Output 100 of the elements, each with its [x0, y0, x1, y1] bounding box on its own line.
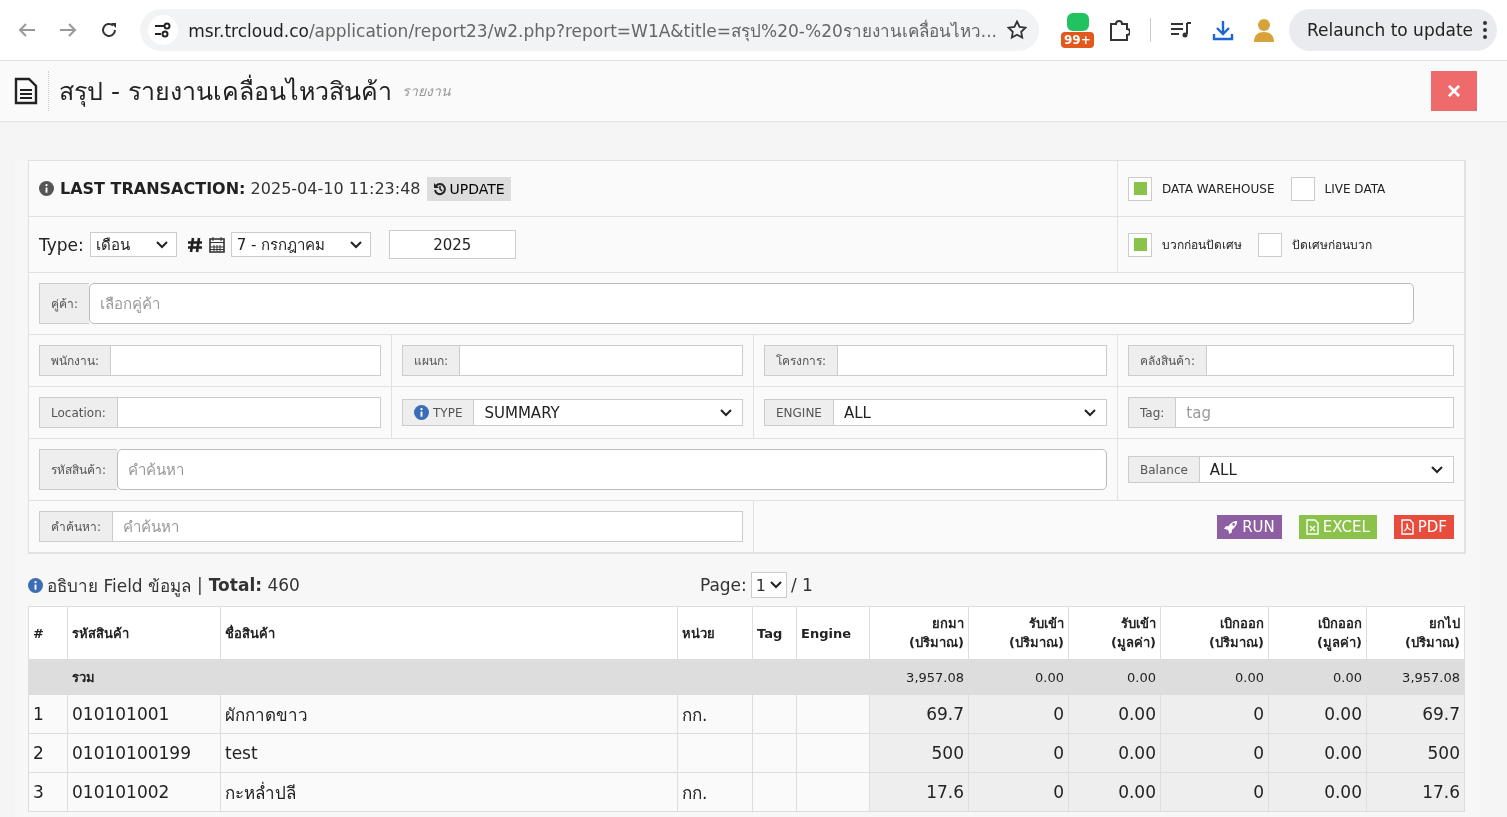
total-cell: 3,957.08	[1366, 659, 1465, 695]
column-header: รับเข้า (มูลค่า)	[1068, 606, 1161, 660]
checkbox[interactable]	[1128, 176, 1152, 201]
select-field[interactable]: SUMMARY	[473, 399, 743, 426]
info-icon	[39, 181, 54, 196]
field-label: คลังสินค้า:	[1128, 345, 1207, 376]
select-field[interactable]: ALL	[832, 399, 1107, 426]
table-cell: 0	[1160, 694, 1269, 734]
update-button[interactable]: UPDATE	[426, 176, 511, 201]
chevron-icon	[349, 240, 362, 249]
page-title: สรุป - รายงานเคลื่อนไหวสินค้า	[48, 71, 392, 111]
total-cell: 3,957.08	[869, 659, 969, 695]
table-cell: กก.	[677, 772, 753, 812]
total-cell: 0.00	[1068, 659, 1161, 695]
field-label: โครงการ:	[764, 345, 838, 376]
table-cell: 69.7	[869, 694, 969, 734]
field-label: คู่ค้า:	[39, 283, 90, 324]
page-subtitle: รายงาน	[401, 82, 451, 101]
pdf-button[interactable]: PDF	[1393, 514, 1454, 539]
table-cell	[752, 772, 797, 812]
download-icon[interactable]	[1211, 19, 1234, 41]
info-icon	[28, 577, 43, 593]
field-info-link[interactable]: อธิบาย Field ข้อมูล	[47, 571, 192, 599]
field-label: Tag:	[1128, 397, 1176, 428]
pdf-file-icon	[1400, 518, 1414, 535]
table-cell: กะหล่ำปลี	[220, 772, 678, 812]
checkbox[interactable]	[1290, 176, 1315, 201]
field-label: TYPE	[433, 405, 463, 420]
field-label: ENGINE	[764, 399, 833, 426]
table-cell: 17.6	[869, 772, 969, 812]
table-cell: 01010100199	[67, 733, 221, 773]
hash-icon	[186, 236, 203, 253]
page-count: / 1	[790, 575, 813, 595]
input-field[interactable]	[110, 345, 381, 376]
column-header: รับเข้า (ปริมาณ)	[968, 606, 1069, 660]
run-button[interactable]: RUN	[1217, 514, 1282, 539]
year-field[interactable]: 2025	[388, 230, 516, 259]
rocket-icon	[1224, 519, 1239, 534]
checkbox-label: DATA WAREHOUSE	[1162, 181, 1275, 196]
input-field[interactable]	[116, 397, 381, 428]
history-icon	[432, 181, 447, 196]
calendar-icon	[208, 236, 225, 253]
input-field[interactable]	[459, 345, 743, 376]
page-select[interactable]: 1	[750, 572, 787, 598]
column-header: Engine	[796, 606, 870, 660]
input-field[interactable]	[837, 345, 1107, 376]
month-select[interactable]: 7 - กรกฎาคม	[230, 232, 371, 257]
media-queue-icon[interactable]	[1170, 21, 1193, 39]
back-icon[interactable]	[17, 22, 36, 38]
table-cell: 0.00	[1068, 694, 1161, 734]
input-field[interactable]	[1206, 345, 1454, 376]
table-cell: 0	[968, 772, 1069, 812]
reload-icon[interactable]	[100, 21, 119, 39]
document-icon	[14, 77, 38, 105]
table-cell: 69.7	[1366, 694, 1465, 734]
field-label: คำค้นหา:	[39, 511, 113, 542]
chevron-icon	[155, 240, 168, 249]
column-header: เบิกออก (มูลค่า)	[1268, 606, 1367, 660]
column-header: Tag	[752, 606, 797, 660]
type-label: Type:	[39, 234, 84, 255]
table-cell: 2	[28, 733, 68, 773]
table-cell: 010101002	[67, 772, 221, 812]
avatar-icon[interactable]	[1252, 17, 1277, 43]
type-select[interactable]: เดือน	[89, 232, 177, 257]
column-header: รหัสสินค้า	[67, 606, 221, 660]
table-cell: 0.00	[1068, 772, 1161, 812]
extensions-icon[interactable]	[1108, 19, 1131, 41]
field-label: รหัสสินค้า:	[39, 449, 118, 490]
table-cell: 0	[1160, 733, 1269, 773]
spreadsheet-file-icon	[1305, 518, 1319, 535]
column-header: หน่วย	[677, 606, 753, 660]
total-label: รวม	[67, 659, 221, 695]
table-cell: 17.6	[1366, 772, 1465, 812]
checkbox[interactable]	[1258, 232, 1282, 257]
last-transaction-text: LAST TRANSACTION: 2025-04-10 11:23:48	[60, 179, 421, 198]
kebab-menu-icon	[1483, 21, 1487, 39]
checkbox[interactable]	[1128, 232, 1152, 257]
chevron-icon	[769, 581, 782, 589]
separator: |	[197, 575, 203, 595]
site-settings-icon[interactable]	[154, 22, 173, 38]
column-header: #	[28, 606, 68, 660]
table-cell: 0.00	[1268, 694, 1367, 734]
checkbox-label: LIVE DATA	[1324, 181, 1386, 196]
table-cell: 1	[28, 694, 68, 734]
table-cell: ผักกาดขาว	[220, 694, 678, 734]
total-cell: 0.00	[968, 659, 1069, 695]
bookmark-star-icon[interactable]	[1007, 20, 1027, 40]
table-cell: 500	[869, 733, 969, 773]
field-label: Location:	[39, 397, 117, 428]
total-cell: 0.00	[1160, 659, 1269, 695]
chevron-icon	[720, 408, 732, 417]
table-cell: 010101001	[67, 694, 221, 734]
column-header: ชื่อสินค้า	[220, 606, 678, 660]
relaunch-button[interactable]: Relaunch to update	[1288, 9, 1497, 51]
select-field[interactable]: ALL	[1198, 456, 1454, 483]
table-cell: 0.00	[1068, 733, 1161, 773]
table-cell: 500	[1366, 733, 1465, 773]
column-header: ยกไป (ปริมาณ)	[1366, 606, 1465, 660]
forward-icon[interactable]	[59, 22, 78, 38]
total-cell: 0.00	[1268, 659, 1367, 695]
